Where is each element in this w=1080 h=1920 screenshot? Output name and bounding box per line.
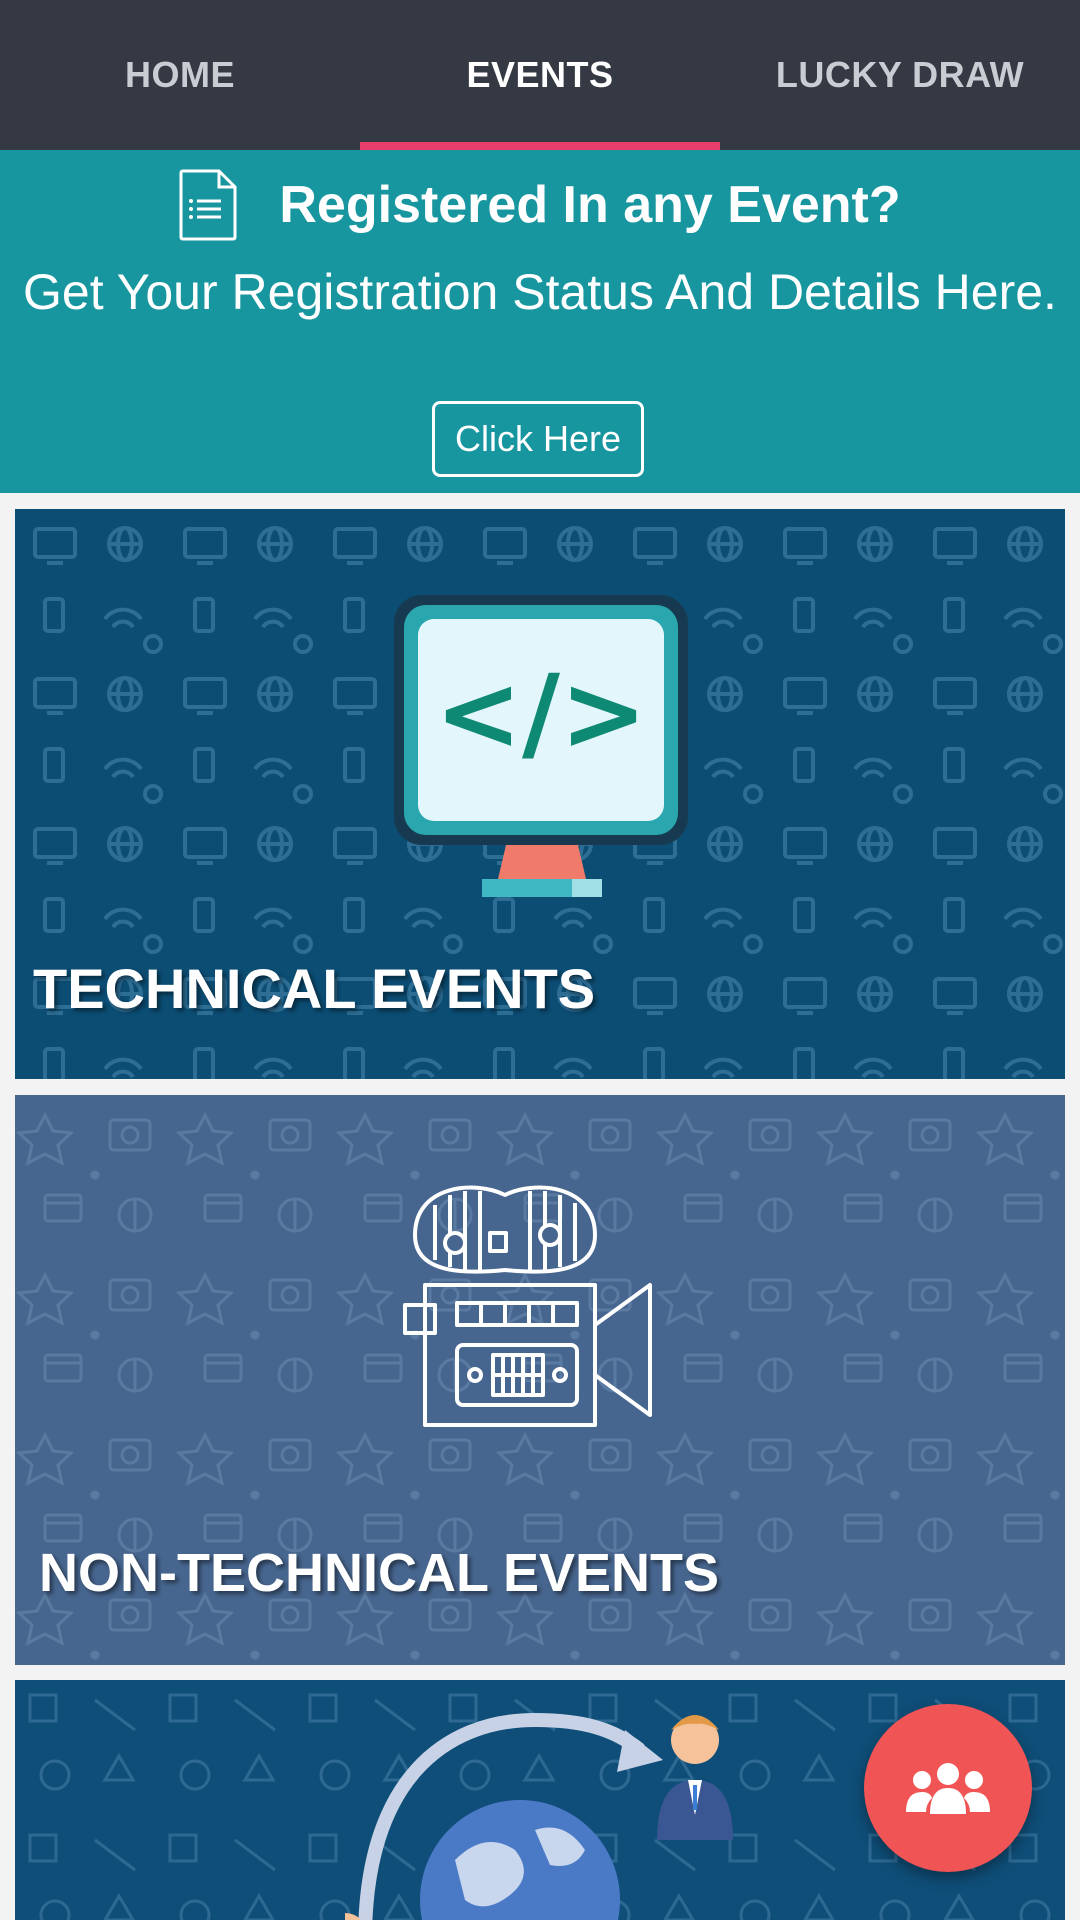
- registration-banner: Registered In any Event? Get Your Regist…: [0, 150, 1080, 493]
- svg-text:</>: </>: [435, 652, 647, 774]
- technical-events-label: TECHNICAL EVENTS: [33, 957, 596, 1020]
- tab-events[interactable]: EVENTS: [360, 0, 720, 150]
- code-monitor-icon: </>: [394, 595, 688, 897]
- tab-lucky-draw[interactable]: LUCKY DRAW: [720, 0, 1080, 150]
- click-here-button[interactable]: Click Here: [432, 401, 644, 477]
- banner-header: Registered In any Event?: [0, 169, 1080, 241]
- banner-title: Registered In any Event?: [279, 176, 901, 234]
- non-technical-events-card[interactable]: NON-TECHNICAL EVENTS: [15, 1095, 1065, 1665]
- tab-bar: HOME EVENTS LUCKY DRAW: [0, 0, 1080, 150]
- non-technical-events-label: NON-TECHNICAL EVENTS: [39, 1543, 720, 1603]
- group-fab-button[interactable]: [864, 1704, 1032, 1872]
- movie-camera-icon: [403, 1185, 652, 1427]
- group-icon: [906, 1763, 990, 1814]
- tab-home[interactable]: HOME: [0, 0, 360, 150]
- active-tab-indicator: [360, 142, 720, 150]
- globe-people-icon: [345, 1712, 733, 1920]
- technical-events-card[interactable]: </> TECHNICAL EVENTS: [15, 509, 1065, 1079]
- banner-subtitle: Get Your Registration Status And Details…: [23, 264, 1057, 320]
- document-icon: [179, 169, 237, 241]
